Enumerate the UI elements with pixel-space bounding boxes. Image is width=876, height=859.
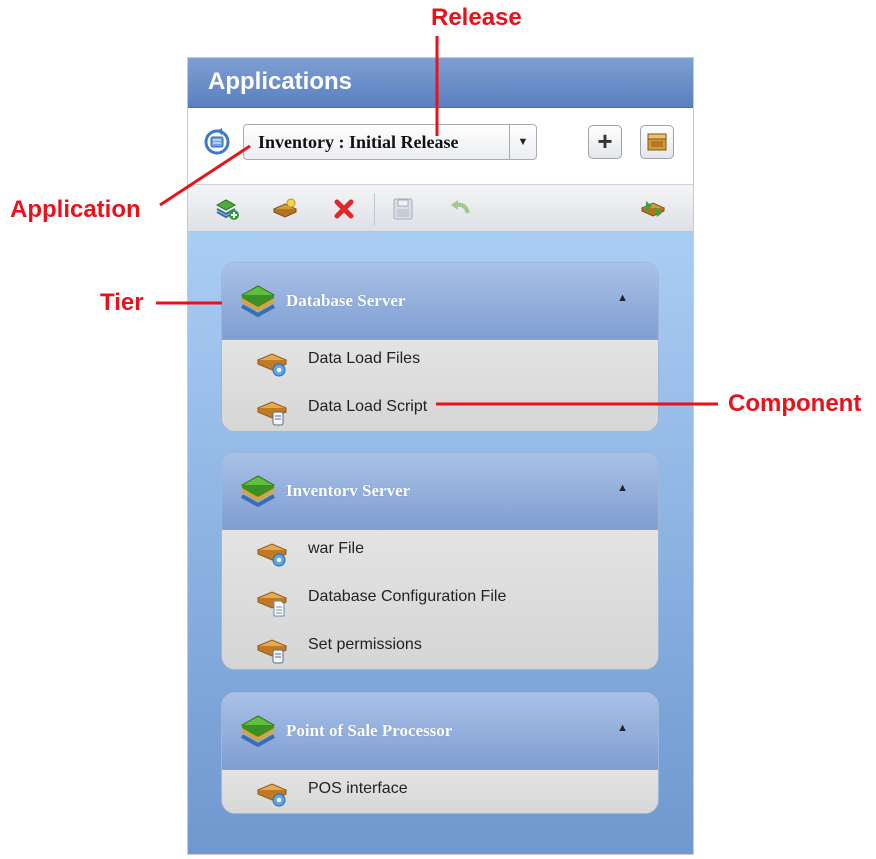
add-component-icon[interactable] (272, 197, 298, 221)
component-file-icon (256, 586, 290, 618)
tier-header[interactable]: Point of Sale Processor ▲ (222, 693, 658, 770)
application-release-dropdown[interactable]: Inventory : Initial Release ▼ (243, 124, 537, 160)
component-gear-icon (256, 538, 290, 570)
tier-name: Database Server (286, 291, 406, 310)
release-callout: Release (431, 4, 522, 31)
tier-card: Point of Sale Processor ▲ POS interface (221, 692, 659, 814)
component-gear-icon (256, 778, 290, 810)
delete-icon[interactable] (331, 197, 357, 221)
component-name: war File (308, 540, 365, 557)
selected-application-release: Inventory : Initial Release (258, 132, 459, 152)
tier-name: Point of Sale Processor (286, 721, 453, 740)
applications-panel: Applications Inventory : Initial Release… (187, 57, 694, 855)
component-item[interactable]: Set permissions (222, 628, 658, 669)
package-icon (647, 133, 667, 151)
component-gear-icon (256, 348, 290, 380)
component-list: Data Load Files Data Load Script (222, 340, 658, 431)
tier-name: Inventorv Server (286, 481, 411, 500)
component-item[interactable]: Database Configuration File (222, 580, 658, 628)
save-icon[interactable] (390, 197, 416, 221)
collapse-up-icon[interactable]: ▲ (617, 292, 628, 304)
edit-application-button[interactable] (640, 125, 674, 159)
application-select-row: Inventory : Initial Release ▼ + (188, 108, 693, 184)
component-list: POS interface (222, 770, 658, 813)
component-item[interactable]: war File (222, 532, 658, 580)
component-item[interactable]: Data Load Script (222, 390, 658, 431)
tier-header[interactable]: Database Server ▲ (222, 263, 658, 340)
component-item[interactable]: POS interface (222, 772, 658, 813)
tier-toolbar (188, 184, 693, 232)
collapse-up-icon[interactable]: ▲ (617, 482, 628, 494)
add-tier-icon[interactable] (214, 197, 240, 221)
add-application-button[interactable]: + (588, 125, 622, 159)
tier-header[interactable]: Inventorv Server ▲ (222, 453, 658, 530)
deploy-icon[interactable] (640, 197, 666, 221)
component-name: Data Load Script (308, 398, 428, 415)
tier-card: Database Server ▲ Data Load Files Data L… (221, 262, 659, 432)
component-script-icon (256, 634, 290, 666)
component-name: Database Configuration File (308, 588, 507, 605)
component-name: Set permissions (308, 636, 422, 653)
undo-icon[interactable] (447, 197, 473, 221)
tier-stack-icon (238, 711, 278, 751)
component-list: war File Database Configuration File Set… (222, 530, 658, 669)
component-script-icon (256, 396, 290, 428)
collapse-up-icon[interactable]: ▲ (617, 722, 628, 734)
tier-callout: Tier (100, 289, 144, 316)
tier-card: Inventorv Server ▲ war File Database Con… (221, 452, 659, 670)
plus-icon: + (597, 126, 613, 156)
toolbar-separator (374, 193, 375, 225)
chevron-down-icon[interactable]: ▼ (509, 125, 536, 159)
refresh-icon[interactable] (203, 128, 231, 156)
panel-title: Applications (188, 58, 693, 108)
tier-list-area: Database Server ▲ Data Load Files Data L… (188, 232, 693, 854)
application-callout: Application (10, 196, 141, 223)
tier-stack-icon (238, 471, 278, 511)
component-callout: Component (728, 390, 862, 417)
component-name: Data Load Files (308, 350, 421, 367)
component-item[interactable]: Data Load Files (222, 342, 658, 390)
component-name: POS interface (308, 780, 408, 797)
tier-stack-icon (238, 281, 278, 321)
